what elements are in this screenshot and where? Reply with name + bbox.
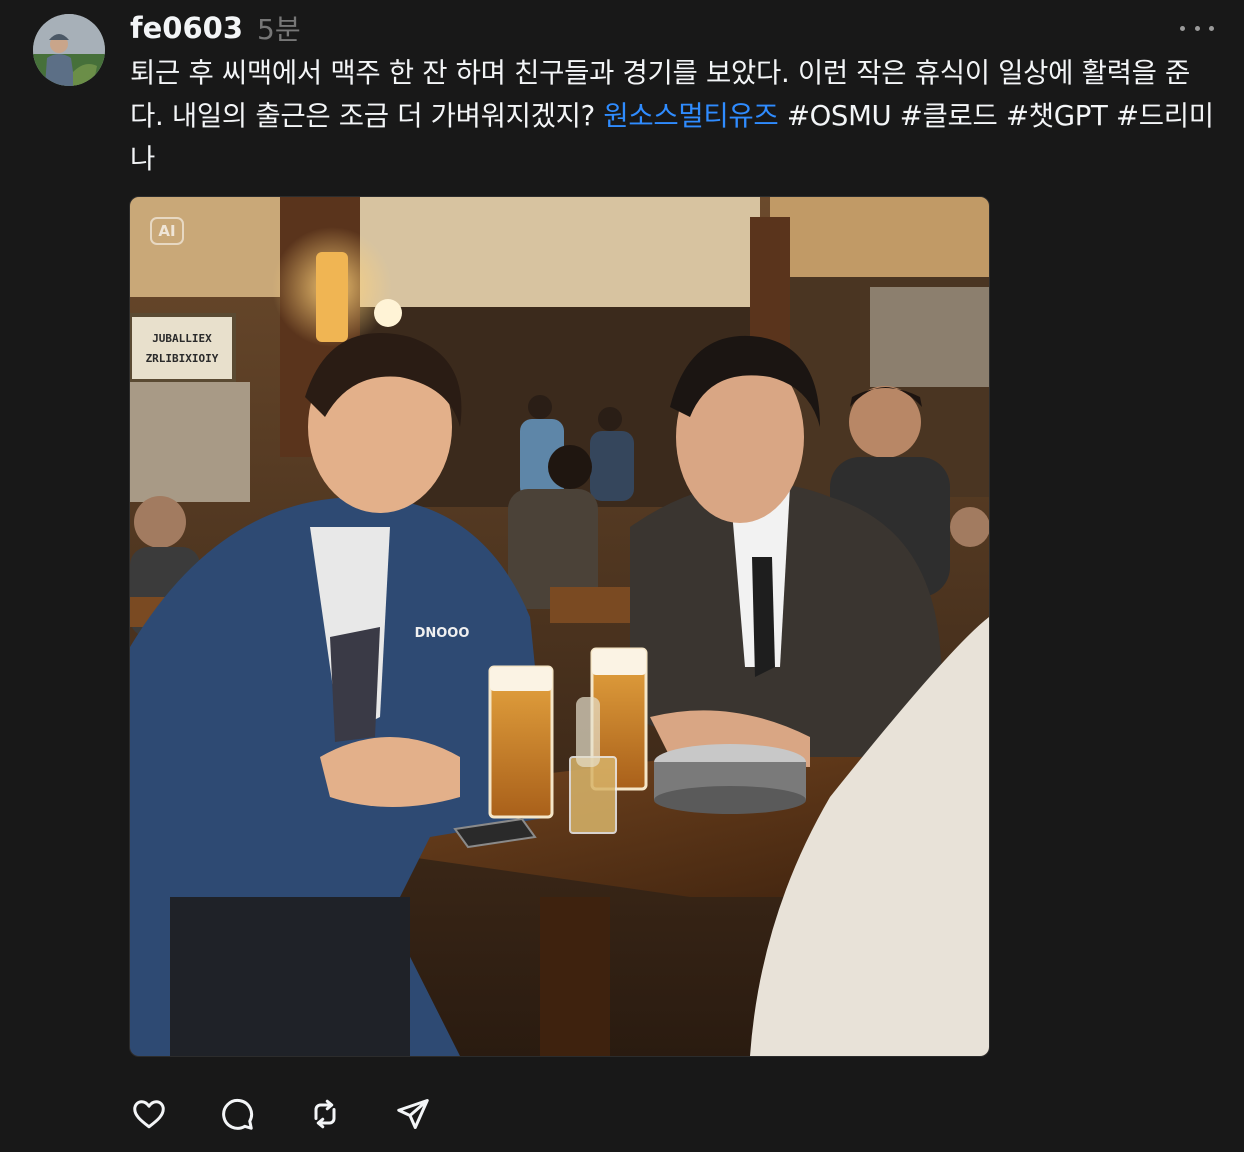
post-header: fe0603 5분: [130, 8, 301, 48]
heart-icon: [133, 1100, 165, 1129]
post-image[interactable]: JUBALLIEX ZRLIBIXIOIY DNOOO AI: [129, 196, 990, 1057]
sign-line-2: ZRLIBIXIOIY: [146, 352, 219, 365]
more-icon: [1194, 25, 1200, 31]
like-button[interactable]: [130, 1095, 168, 1133]
sign-line-1: JUBALLIEX: [152, 332, 212, 345]
ai-badge: AI: [150, 217, 184, 245]
comment-icon: [222, 1098, 254, 1130]
more-button[interactable]: [1180, 14, 1214, 42]
jacket-print: DNOOO: [415, 626, 470, 641]
mention-link[interactable]: 원소스멀티유즈: [603, 100, 778, 132]
avatar[interactable]: [33, 14, 105, 86]
repost-button[interactable]: [306, 1095, 344, 1133]
comment-button[interactable]: [218, 1095, 256, 1133]
more-icon: [1209, 25, 1214, 31]
hashtag-osmu[interactable]: #OSMU: [778, 100, 892, 132]
send-icon: [397, 1099, 429, 1129]
thread-post: fe0603 5분 퇴근 후 씨맥에서 맥주 한 잔 하며 친구들과 경기를 보…: [0, 0, 1244, 1152]
more-icon: [1180, 25, 1185, 31]
pub-scene-illustration: JUBALLIEX ZRLIBIXIOIY DNOOO: [130, 197, 989, 1056]
hashtag-claude[interactable]: #클로드: [891, 100, 998, 132]
action-bar: [130, 1095, 482, 1133]
timestamp[interactable]: 5분: [257, 8, 301, 48]
repost-icon: [314, 1099, 336, 1129]
username[interactable]: fe0603: [130, 11, 243, 45]
hashtag-chatgpt[interactable]: #챗GPT: [998, 100, 1108, 132]
share-button[interactable]: [394, 1095, 432, 1133]
post-caption: 퇴근 후 씨맥에서 맥주 한 잔 하며 친구들과 경기를 보았다. 이런 작은 …: [130, 52, 1220, 181]
